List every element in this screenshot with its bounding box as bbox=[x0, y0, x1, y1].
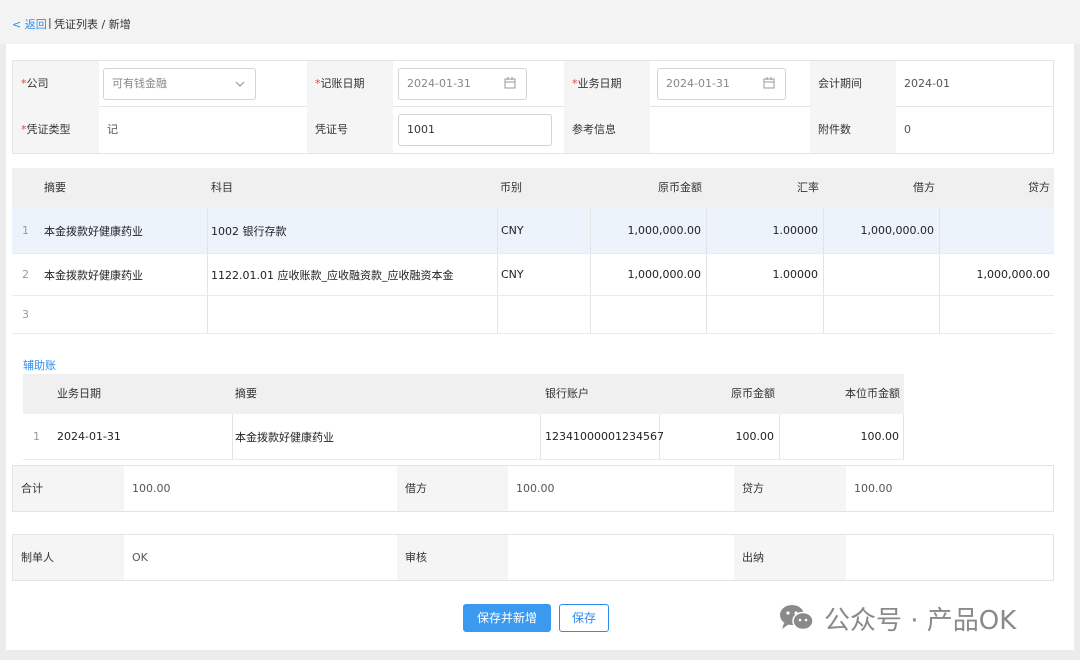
aux-ledger-table: 业务日期 摘要 银行账户 原币金额 本位币金额 1 2024-01-31 本金拨… bbox=[23, 374, 904, 460]
maker-label: 制单人 bbox=[13, 535, 124, 580]
total-credit-label: 贷方 bbox=[734, 466, 846, 511]
row-debit[interactable] bbox=[824, 296, 940, 333]
total-credit-value: 100.00 bbox=[854, 482, 893, 495]
voucher-type-label: *凭证类型 bbox=[13, 107, 99, 153]
row-amount[interactable] bbox=[591, 296, 707, 333]
aux-header-row: 业务日期 摘要 银行账户 原币金额 本位币金额 bbox=[23, 374, 904, 414]
row-amount[interactable]: 1,000,000.00 bbox=[591, 254, 707, 295]
table-row[interactable]: 2 本金拨款好健康药业 1122.01.01 应收账款_应收融资款_应收融资本金… bbox=[12, 254, 1054, 296]
wechat-icon bbox=[778, 603, 816, 633]
back-link[interactable]: < 返回 bbox=[12, 16, 47, 32]
business-date-picker[interactable]: 2024-01-31 bbox=[657, 68, 786, 100]
row-rate[interactable] bbox=[707, 296, 824, 333]
row-summary[interactable]: 本金拨款好健康药业 bbox=[40, 208, 208, 253]
row-number: 2 bbox=[22, 268, 29, 281]
table-row[interactable]: 3 bbox=[12, 296, 1054, 334]
row-summary[interactable]: 本金拨款好健康药业 bbox=[40, 254, 208, 295]
col-summary: 摘要 bbox=[235, 387, 257, 400]
record-date-label: *记账日期 bbox=[307, 61, 393, 107]
row-amount[interactable]: 1,000,000.00 bbox=[591, 208, 707, 253]
chevron-down-icon bbox=[235, 69, 245, 110]
total-value: 100.00 bbox=[132, 482, 171, 495]
total-debit-value: 100.00 bbox=[516, 482, 555, 495]
cashier-label: 出纳 bbox=[734, 535, 846, 580]
col-amount: 原币金额 bbox=[658, 181, 702, 194]
row-summary[interactable]: 本金拨款好健康药业 bbox=[233, 414, 541, 459]
row-amount[interactable]: 100.00 bbox=[660, 414, 780, 459]
row-rate[interactable]: 1.00000 bbox=[707, 208, 824, 253]
row-credit[interactable] bbox=[940, 208, 1054, 253]
row-currency[interactable]: CNY bbox=[498, 254, 591, 295]
table-row[interactable]: 1 2024-01-31 本金拨款好健康药业 12341000001234567… bbox=[23, 414, 904, 460]
row-summary[interactable] bbox=[40, 296, 208, 333]
row-account[interactable]: 1002 银行存款 bbox=[208, 208, 498, 253]
breadcrumb: 凭证列表 / 新增 bbox=[54, 18, 131, 31]
voucher-header-form: *公司 可有钱金融 *记账日期 2024-01-31 *业务日期 2024-01… bbox=[12, 60, 1054, 154]
top-bar: < 返回 | 凭证列表 / 新增 bbox=[0, 0, 1080, 44]
row-rate[interactable]: 1.00000 bbox=[707, 254, 824, 295]
reviewer-value bbox=[508, 535, 734, 580]
attachments-value: 0 bbox=[904, 123, 911, 136]
col-summary: 摘要 bbox=[44, 181, 66, 194]
period-value: 2024-01 bbox=[904, 77, 950, 90]
row-local-amount[interactable]: 100.00 bbox=[780, 414, 904, 459]
cashier-value bbox=[846, 535, 1053, 580]
period-label: 会计期间 bbox=[810, 61, 896, 107]
reviewer-label: 审核 bbox=[397, 535, 508, 580]
save-and-new-button[interactable]: 保存并新增 bbox=[463, 604, 551, 632]
col-amount: 原币金额 bbox=[731, 387, 775, 400]
col-rate: 汇率 bbox=[797, 181, 819, 194]
signatures-row: 制单人 OK 审核 出纳 bbox=[12, 534, 1054, 581]
watermark: 公众号 · 产品OK bbox=[778, 598, 1016, 638]
row-debit[interactable] bbox=[824, 254, 940, 295]
entries-header-row: 摘要 科目 币别 原币金额 汇率 借方 贷方 bbox=[12, 168, 1054, 208]
row-account[interactable] bbox=[208, 296, 498, 333]
maker-value: OK bbox=[132, 551, 148, 564]
row-number: 1 bbox=[33, 430, 40, 443]
voucher-no-input[interactable]: 1001 bbox=[398, 114, 552, 146]
row-currency[interactable] bbox=[498, 296, 591, 333]
row-account[interactable]: 1122.01.01 应收账款_应收融资款_应收融资本金 bbox=[208, 254, 498, 295]
voucher-no-label: 凭证号 bbox=[307, 107, 393, 153]
col-local-amount: 本位币金额 bbox=[845, 387, 900, 400]
company-select[interactable]: 可有钱金融 bbox=[103, 68, 256, 100]
row-number: 1 bbox=[22, 224, 29, 237]
row-bank-account[interactable]: 12341000001234567 bbox=[541, 414, 664, 459]
watermark-text: 公众号 · 产品OK bbox=[824, 605, 1017, 636]
col-account: 科目 bbox=[211, 181, 233, 194]
row-debit[interactable]: 1,000,000.00 bbox=[824, 208, 940, 253]
row-number: 3 bbox=[22, 308, 29, 321]
save-button[interactable]: 保存 bbox=[559, 604, 609, 632]
col-debit: 借方 bbox=[913, 181, 935, 194]
row-currency[interactable]: CNY bbox=[498, 208, 591, 253]
row-credit[interactable] bbox=[940, 296, 1054, 333]
table-row[interactable]: 1 本金拨款好健康药业 1002 银行存款 CNY 1,000,000.00 1… bbox=[12, 208, 1054, 254]
col-currency: 币别 bbox=[500, 181, 522, 194]
row-credit[interactable]: 1,000,000.00 bbox=[940, 254, 1054, 295]
col-business-date: 业务日期 bbox=[57, 387, 101, 400]
aux-ledger-title[interactable]: 辅助账 bbox=[23, 357, 56, 373]
reference-value[interactable] bbox=[650, 107, 810, 153]
calendar-icon bbox=[763, 69, 775, 110]
reference-label: 参考信息 bbox=[564, 107, 650, 153]
totals-row: 合计 100.00 借方 100.00 贷方 100.00 bbox=[12, 465, 1054, 512]
attachments-label: 附件数 bbox=[810, 107, 896, 153]
record-date-picker[interactable]: 2024-01-31 bbox=[398, 68, 527, 100]
total-debit-label: 借方 bbox=[397, 466, 508, 511]
col-credit: 贷方 bbox=[1028, 181, 1050, 194]
col-bank-account: 银行账户 bbox=[545, 387, 589, 400]
business-date-label: *业务日期 bbox=[564, 61, 650, 107]
company-label: *公司 bbox=[13, 61, 99, 107]
voucher-type-value: 记 bbox=[107, 123, 118, 136]
breadcrumb-separator: | bbox=[48, 16, 52, 29]
calendar-icon bbox=[504, 69, 516, 110]
row-date[interactable]: 2024-01-31 bbox=[53, 414, 233, 459]
total-label: 合计 bbox=[13, 466, 124, 511]
